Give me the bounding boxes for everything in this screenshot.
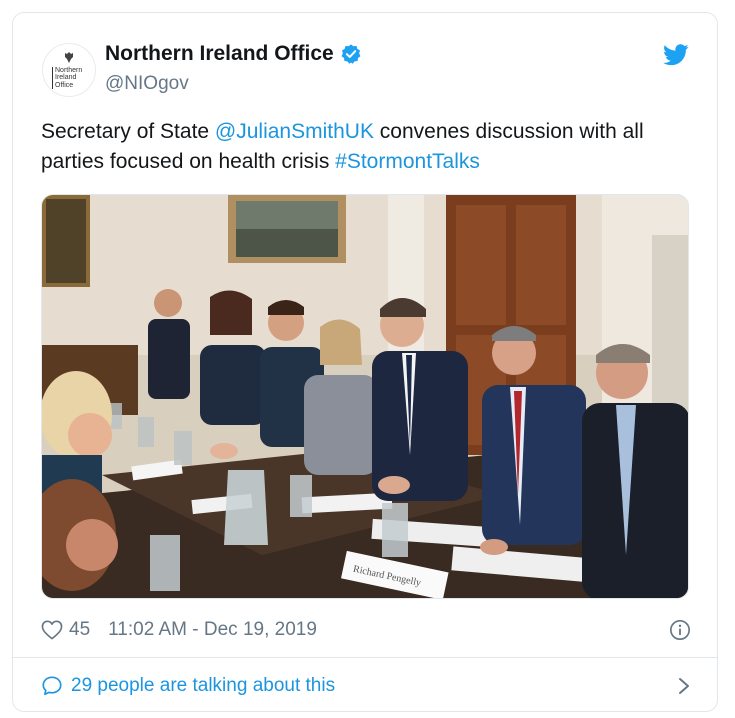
twitter-bird-icon[interactable] xyxy=(663,44,689,66)
meta-row: 45 11:02 AM - Dec 19, 2019 xyxy=(41,617,691,643)
avatar-text-line: Ireland xyxy=(55,74,77,82)
display-name[interactable]: Northern Ireland Office xyxy=(105,42,334,66)
tweet-timestamp[interactable]: 11:02 AM - Dec 19, 2019 xyxy=(108,619,317,641)
info-icon[interactable] xyxy=(669,619,691,641)
conversation-link[interactable]: 29 people are talking about this xyxy=(41,673,691,699)
tweet-text-prefix: Secretary of State xyxy=(41,120,215,143)
tweet-card[interactable]: Northern Ireland Office Northern Ireland… xyxy=(12,12,718,712)
avatar[interactable]: Northern Ireland Office xyxy=(42,43,96,97)
speech-bubble-icon xyxy=(42,676,62,696)
mention-link[interactable]: @JulianSmithUK xyxy=(215,120,374,143)
avatar-label: Northern Ireland Office xyxy=(52,66,86,90)
divider xyxy=(13,657,717,658)
conversation-label[interactable]: 29 people are talking about this xyxy=(71,675,335,697)
like-count[interactable]: 45 xyxy=(69,619,90,641)
chevron-right-icon[interactable] xyxy=(677,676,691,696)
heart-icon[interactable] xyxy=(41,620,63,640)
tweet-text: Secretary of State @JulianSmithUK conven… xyxy=(41,117,681,177)
hashtag-link[interactable]: #StormontTalks xyxy=(335,150,480,173)
tweet-photo[interactable]: Richard Pengelly xyxy=(41,194,689,599)
avatar-text-line: Northern xyxy=(55,66,83,74)
avatar-text-line: Office xyxy=(55,81,74,89)
crest-icon xyxy=(65,51,73,63)
photo-image: Richard Pengelly xyxy=(42,195,688,598)
verified-badge-icon xyxy=(341,44,361,64)
name-row: Northern Ireland Office xyxy=(105,42,362,66)
handle[interactable]: @NIOgov xyxy=(105,73,189,95)
